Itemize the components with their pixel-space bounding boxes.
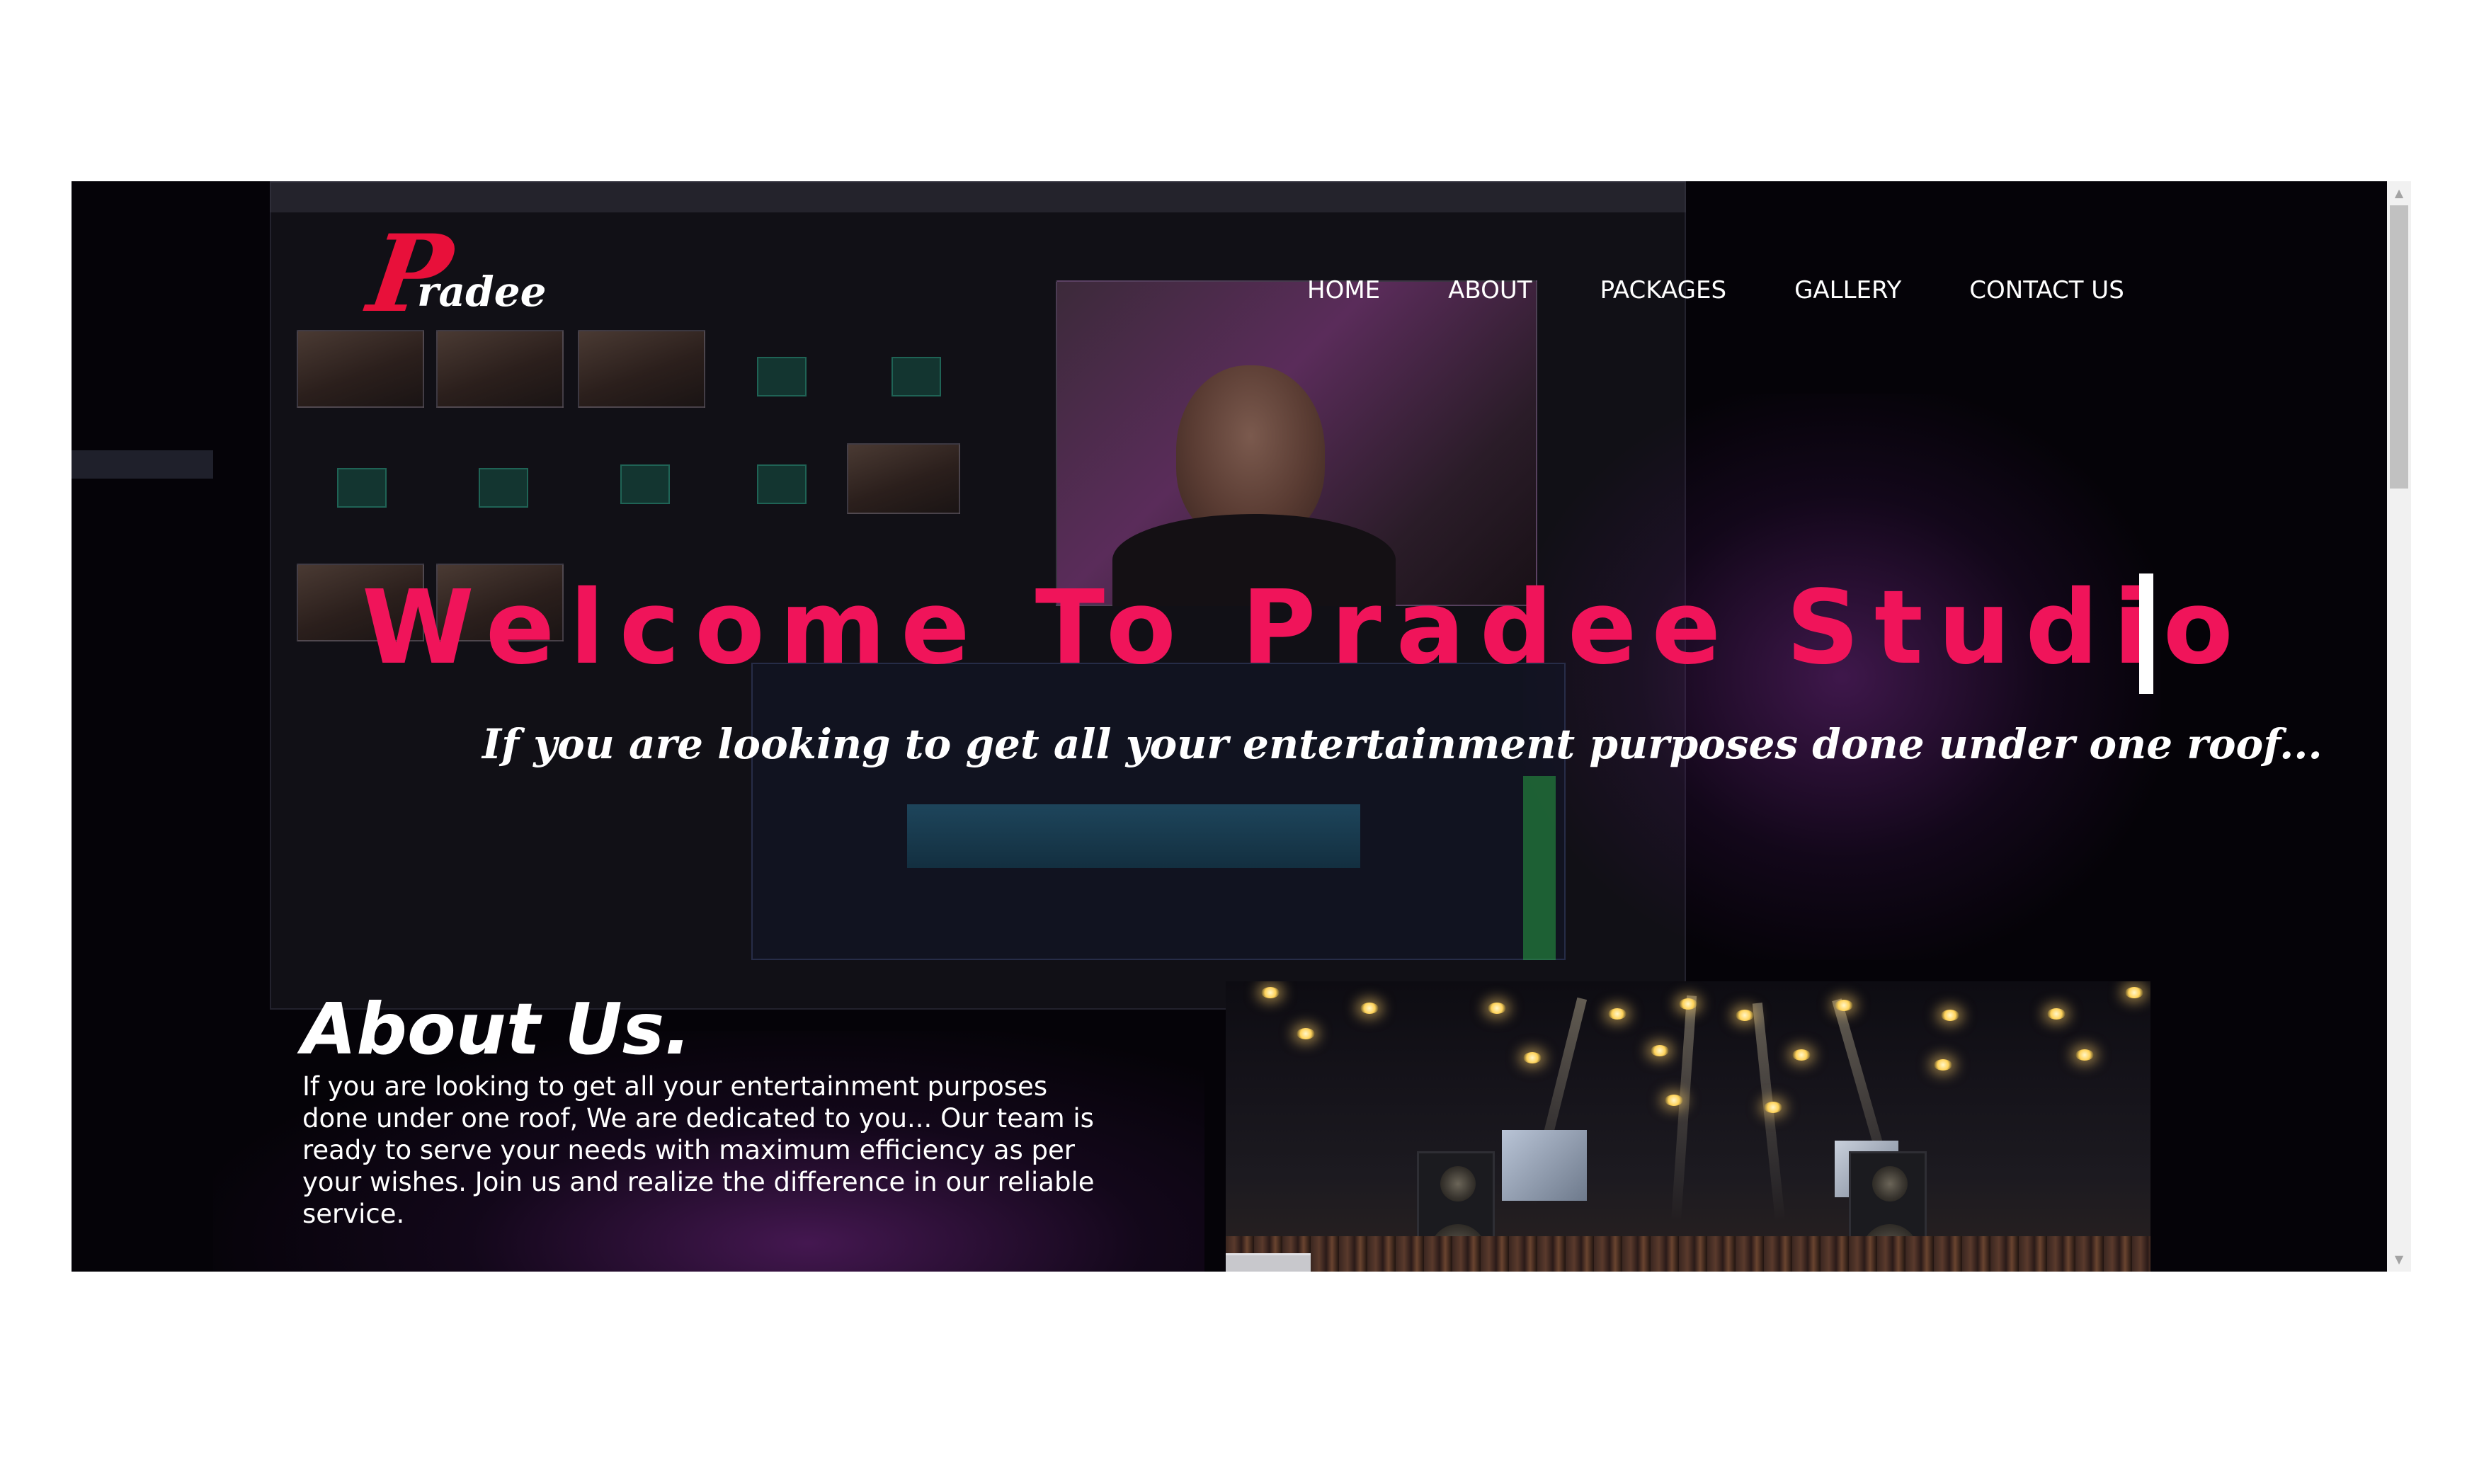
speaker-cone (1440, 1166, 1476, 1202)
speaker-cone (1872, 1166, 1908, 1202)
about-stage-image (1226, 981, 2150, 1272)
stage-light (1297, 1028, 1315, 1039)
stage-light (1360, 1003, 1379, 1014)
background-thumbnail (297, 330, 424, 408)
nav-gallery[interactable]: GALLERY (1794, 276, 1901, 304)
stage-light (1261, 987, 1280, 998)
background-audio-clip (337, 468, 387, 508)
background-thumbnail (578, 330, 705, 408)
background-level-meter (1523, 776, 1556, 960)
browser-viewport: P radee HOME ABOUT PACKAGES GALLERY CONT… (72, 181, 2411, 1272)
background-thumbnail (436, 330, 564, 408)
stage-light (1835, 1000, 1853, 1011)
background-audio-clip (620, 464, 670, 504)
nav-home[interactable]: HOME (1307, 276, 1380, 304)
stage-light-beam (1670, 995, 1697, 1223)
about-description: If you are looking to get all your enter… (302, 1071, 1095, 1229)
background-audio-clip (757, 464, 807, 504)
nav-about[interactable]: ABOUT (1448, 276, 1532, 304)
laptop (1226, 1253, 1311, 1272)
stage-light (1792, 1049, 1811, 1061)
nav-contact-us[interactable]: CONTACT US (1969, 276, 2124, 304)
stage-light (2125, 987, 2143, 998)
audience-crowd (1226, 1236, 2150, 1272)
scroll-up-arrow-icon[interactable]: ▲ (2387, 181, 2411, 205)
hero-title-row: Welcome To Pradee Studio (362, 564, 2238, 691)
nav-packages[interactable]: PACKAGES (1600, 276, 1727, 304)
stage-light (1488, 1003, 1506, 1014)
stage-light (1651, 1045, 1669, 1056)
site-logo[interactable]: P radee (362, 212, 554, 336)
typing-cursor (2139, 573, 2153, 694)
stage-screen (1502, 1130, 1587, 1201)
stage-light (1736, 1010, 1754, 1021)
about-title: About Us. (302, 988, 692, 1071)
background-audio-clip (479, 468, 528, 508)
main-nav: HOME ABOUT PACKAGES GALLERY CONTACT US (1307, 276, 2124, 304)
stage-light (1523, 1052, 1542, 1063)
stage-light (1764, 1102, 1782, 1113)
background-left-panel (72, 450, 213, 479)
hero-subtitle: If you are looking to get all your enter… (482, 720, 2323, 768)
stage-light (1608, 1008, 1626, 1020)
stage-light (2047, 1008, 2066, 1020)
stage-light (1941, 1010, 1959, 1021)
background-thumbnail (847, 443, 960, 514)
stage-light (1679, 998, 1697, 1010)
stage-light (2075, 1049, 2094, 1061)
background-timeline-track (907, 804, 1360, 868)
background-editor-menubar (270, 181, 1686, 212)
vertical-scrollbar[interactable]: ▲ ▼ (2387, 181, 2411, 1272)
stage-light (1934, 1059, 1952, 1071)
background-audio-clip (891, 357, 941, 396)
scroll-down-arrow-icon[interactable]: ▼ (2387, 1248, 2411, 1272)
stage-light (1665, 1095, 1683, 1106)
hero-title: Welcome To Pradee Studio (362, 568, 2248, 687)
background-audio-clip (757, 357, 807, 396)
scrollbar-thumb[interactable] (2390, 205, 2408, 489)
logo-wordmark: radee (417, 268, 547, 316)
